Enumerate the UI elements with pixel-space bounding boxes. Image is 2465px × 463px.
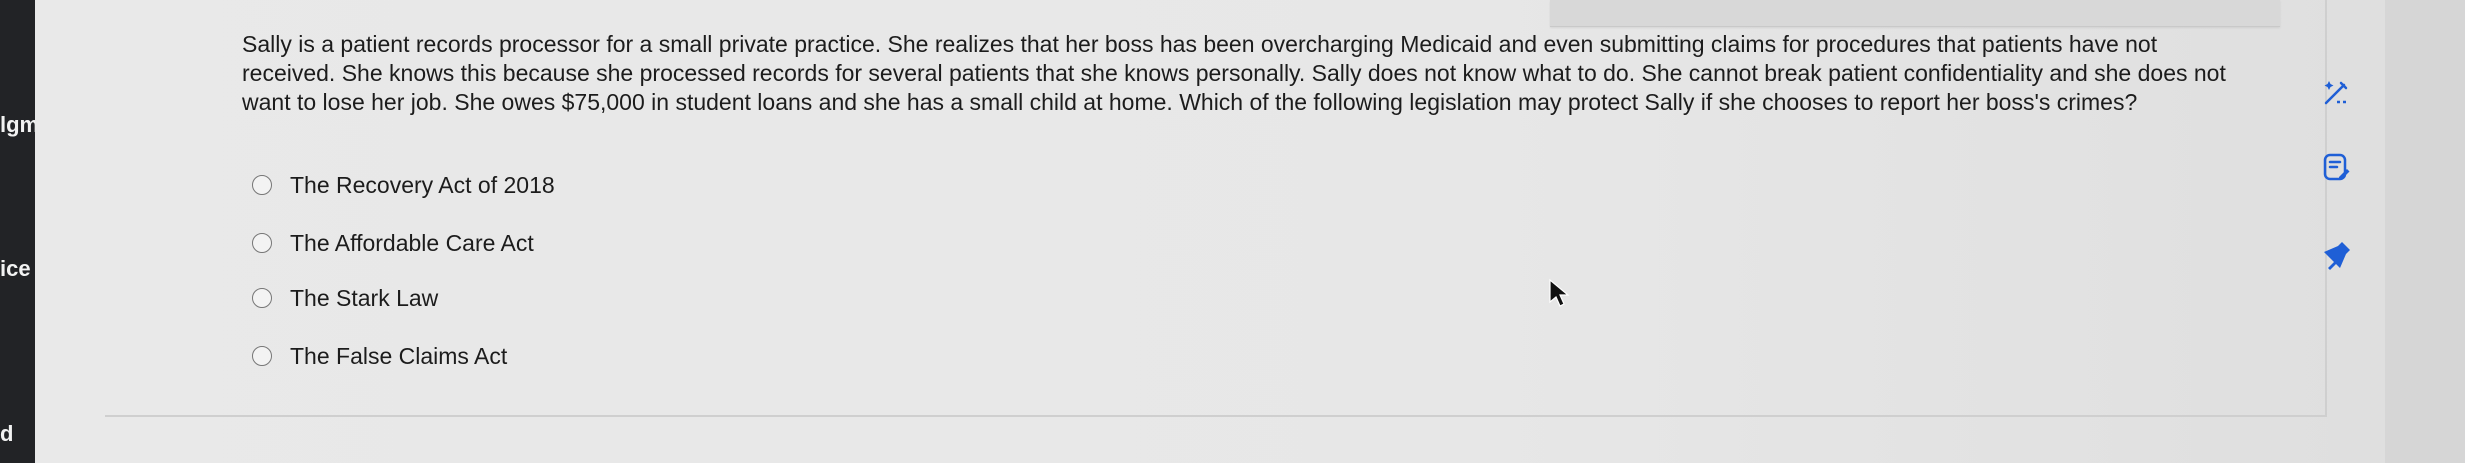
option-label: The False Claims Act (290, 342, 508, 369)
option-label: The Stark Law (290, 284, 439, 311)
radio-button[interactable] (252, 233, 272, 253)
magic-pen-icon[interactable] (2316, 72, 2356, 112)
option-label: The Affordable Care Act (290, 229, 534, 256)
option-affordable-care-act[interactable]: The Affordable Care Act (252, 226, 534, 260)
sidebar-item-ice[interactable]: ice (0, 256, 31, 282)
radio-button[interactable] (252, 175, 272, 195)
right-panel (2385, 0, 2465, 463)
pin-icon[interactable] (2316, 236, 2356, 276)
sidebar-item-d[interactable]: d (0, 421, 13, 447)
radio-button[interactable] (252, 346, 272, 366)
mouse-cursor (1548, 278, 1570, 313)
option-stark-law[interactable]: The Stark Law (252, 281, 438, 315)
option-recovery-act[interactable]: The Recovery Act of 2018 (252, 168, 555, 202)
notes-edit-icon[interactable] (2316, 147, 2356, 187)
radio-button[interactable] (252, 288, 272, 308)
left-sidebar: lgmt ice d (0, 0, 46, 463)
option-false-claims-act[interactable]: The False Claims Act (252, 339, 507, 373)
option-label: The Recovery Act of 2018 (290, 171, 555, 198)
question-text: Sally is a patient records processor for… (242, 31, 2226, 115)
